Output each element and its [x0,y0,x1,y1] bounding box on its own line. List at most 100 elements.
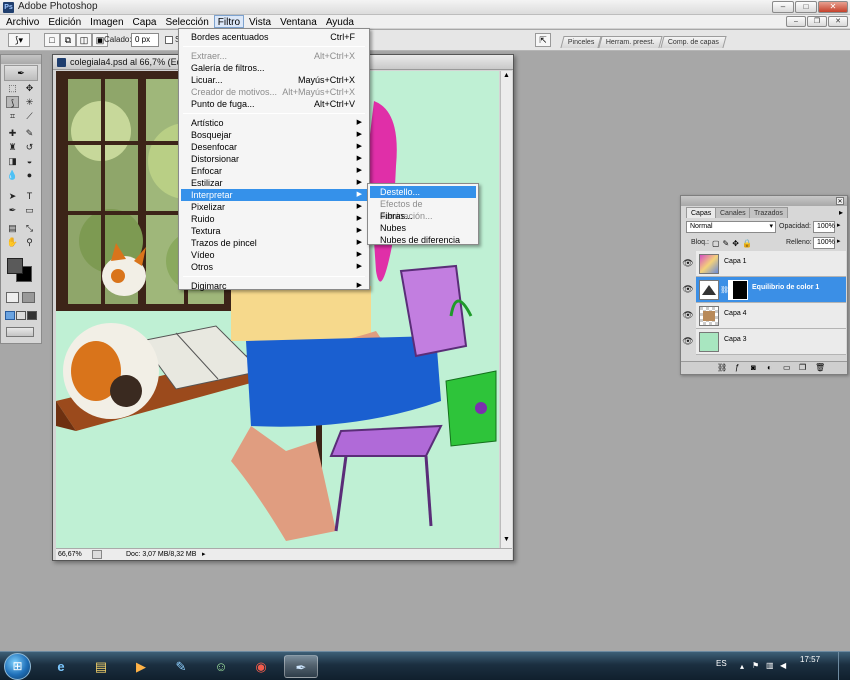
notes-tool-icon[interactable]: ▤ [6,222,19,234]
minimize-button[interactable]: – [772,1,794,13]
clock-time[interactable]: 17:57 [800,655,820,664]
scroll-down-icon[interactable]: ▼ [502,536,511,545]
show-desktop-button[interactable] [838,652,850,680]
lock-icons[interactable]: ▢✎✥🔒 [712,239,755,248]
photoshop-task-icon[interactable]: ✒ [284,655,318,678]
interpretar-menu-item[interactable]: Nubes de diferencia [370,234,476,246]
filter-menu-item[interactable]: Otros ▶ [181,261,367,273]
slice-tool-icon[interactable]: ⟋ [23,110,36,122]
layers-panel-header[interactable]: ✕ [681,196,847,206]
clone-stamp-tool-icon[interactable]: ♜ [6,141,19,153]
menu-ventana[interactable]: Ventana [276,15,321,28]
pen-tool-icon[interactable]: ✒ [6,204,19,216]
start-button[interactable]: ⊞ [4,653,31,680]
subtract-selection-icon[interactable]: ◫ [76,33,92,47]
add-mask-icon[interactable]: ◙ [751,362,756,374]
volume-icon[interactable]: ◀ [780,661,786,670]
feather-input[interactable]: 0 px [131,33,159,47]
tab-pinceles[interactable]: Pinceles [560,36,603,48]
path-selection-tool-icon[interactable]: ➤ [6,190,19,202]
zoom-level[interactable]: 66,67% [58,549,82,560]
brush-tool-icon[interactable]: ✎ [23,127,36,139]
visibility-eye-icon[interactable]: 👁 [681,250,695,276]
menu-edicion[interactable]: Edición [44,15,85,28]
filter-menu-item[interactable]: Textura ▶ [181,225,367,237]
tab-herram-preest[interactable]: Herram. preest. [598,36,663,48]
dodge-tool-icon[interactable]: ● [23,169,36,181]
magic-wand-tool-icon[interactable]: ✳ [23,96,36,108]
tray-flag-icon[interactable]: ⚑ [752,661,759,670]
filter-menu-item[interactable]: Enfocar ▶ [181,165,367,177]
crop-tool-icon[interactable]: ⌗ [6,110,19,122]
tools-panel-header[interactable] [1,55,41,64]
tab-canales[interactable]: Canales [715,207,751,218]
filter-menu-item[interactable]: Desenfocar ▶ [181,141,367,153]
paint-bucket-tool-icon[interactable]: ◒ [23,155,36,167]
adjustment-layer-icon[interactable]: ◐ [767,362,772,374]
quick-mask-mode-icon[interactable] [22,292,35,303]
new-selection-icon[interactable]: □ [44,33,60,47]
menu-filtro[interactable]: Filtro [213,15,245,28]
filter-menu-item[interactable]: Estilizar ▶ [181,177,367,189]
filter-menu-item[interactable]: Interpretar ▶ [181,189,367,201]
status-menu-icon[interactable] [92,550,102,559]
filter-menu-item[interactable]: Artístico ▶ [181,117,367,129]
filter-menu-item[interactable]: Creador de motivos... Alt+Mayús+Ctrl+X [181,86,367,98]
doc-close-button[interactable]: ✕ [828,16,848,27]
visibility-eye-icon[interactable]: 👁 [681,302,695,328]
zoom-tool-icon[interactable]: ⚲ [23,236,36,248]
tab-trazados[interactable]: Trazados [749,207,788,218]
screen-mode-full-icon[interactable] [27,311,37,320]
interpretar-menu-item[interactable]: Nubes [370,222,476,234]
trash-icon[interactable]: 🗑 [815,362,825,374]
eyedropper-tool-icon[interactable]: ⤡ [23,222,36,234]
eraser-tool-icon[interactable]: ◨ [6,155,19,167]
interpretar-menu-item[interactable]: Fibras... [370,210,476,222]
panel-menu-icon[interactable]: ▸ [839,208,843,217]
blur-tool-icon[interactable]: 💧 [6,169,19,181]
filter-menu-item[interactable]: Distorsionar ▶ [181,153,367,165]
layer-style-icon[interactable]: ƒ [735,362,739,374]
imageready-jump-button[interactable] [6,327,34,337]
vertical-scrollbar[interactable]: ▲ ▼ [500,71,512,548]
foreground-color-swatch-front[interactable] [7,258,23,274]
visibility-eye-icon[interactable]: 👁 [681,328,695,354]
new-layer-icon[interactable]: ❐ [799,362,806,374]
menu-imagen[interactable]: Imagen [86,15,127,28]
blend-mode-select[interactable]: Normal ▾ [686,221,776,233]
lasso-tool-icon[interactable]: ⟆ [6,96,19,108]
fill-arrow-icon[interactable]: ▸ [837,237,841,245]
messenger-icon[interactable]: ☺ [204,655,238,678]
screen-mode-standard-icon[interactable] [5,311,15,320]
healing-brush-tool-icon[interactable]: ✚ [6,127,19,139]
type-tool-icon[interactable]: T [23,190,36,202]
layer-row[interactable]: Capa 1 [696,251,846,277]
filter-menu-item[interactable]: Extraer... Alt+Ctrl+X [181,50,367,62]
lasso-preset-icon[interactable]: ⟆▾ [8,33,30,47]
doc-minimize-button[interactable]: – [786,16,806,27]
network-icon[interactable]: ▥ [766,661,774,670]
file-explorer-icon[interactable]: ▤ [84,655,118,678]
internet-explorer-icon[interactable]: e [44,655,78,678]
tab-capas[interactable]: Capas [686,207,717,218]
marquee-tool-icon[interactable]: ⬚ [6,82,19,94]
filter-menu-item[interactable]: Bordes acentuados Ctrl+F [181,31,367,43]
add-selection-icon[interactable]: ⧉ [60,33,76,47]
scroll-up-icon[interactable]: ▲ [502,72,511,81]
status-arrow-icon[interactable]: ▸ [202,549,206,560]
file-browser-icon[interactable]: ⇱ [535,33,551,47]
layer-row[interactable]: Capa 4 [696,303,846,329]
filter-menu-item[interactable]: Vídeo ▶ [181,249,367,261]
media-player-icon[interactable]: ▶ [124,655,158,678]
language-indicator[interactable]: ES [716,659,727,668]
filter-menu-item[interactable]: Bosquejar ▶ [181,129,367,141]
link-layers-icon[interactable]: ⛓ [717,362,727,374]
tab-comp-de-capas[interactable]: Comp. de capas [660,36,727,48]
filter-menu-item[interactable]: Licuar... Mayús+Ctrl+X [181,74,367,86]
interpretar-menu-item[interactable]: Destello... [370,186,476,198]
doc-restore-button[interactable]: ❐ [807,16,827,27]
hand-tool-icon[interactable]: ✋ [6,236,19,248]
interpretar-menu-item[interactable]: Efectos de iluminación... [370,198,476,221]
filter-menu-item[interactable]: Pixelizar ▶ [181,201,367,213]
shape-tool-icon[interactable]: ▭ [23,204,36,216]
